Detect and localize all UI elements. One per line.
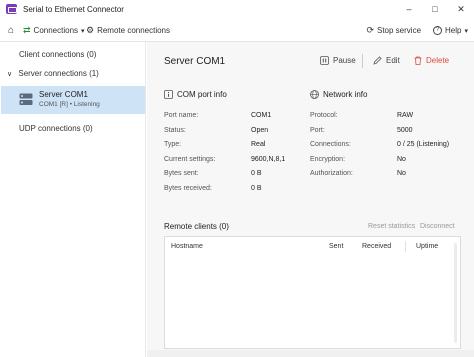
remote-icon: ⚙ — [86, 25, 95, 35]
network-info-heading: Network info — [310, 90, 367, 99]
info-row-value: 9600,N,8,1 — [251, 155, 286, 163]
pause-icon — [320, 56, 329, 65]
minimize-button[interactable]: – — [396, 0, 422, 18]
connections-label: Connections — [33, 26, 79, 35]
stop-service-button[interactable]: ⟳ Stop service — [366, 25, 421, 36]
column-header-sent[interactable]: Sent — [329, 243, 343, 250]
chevron-down-icon: ▾ — [81, 27, 85, 35]
window-controls: – □ ✕ — [396, 0, 474, 18]
server-item-title: Server COM1 — [39, 90, 88, 99]
home-icon: ⌂ — [8, 25, 15, 36]
info-row-label: Status: — [164, 126, 186, 134]
info-row-value: COM1 — [251, 112, 272, 119]
sidebar: Client connections (0) ∨ Server connecti… — [0, 42, 146, 357]
sidebar-item-server-connections[interactable]: ∨ Server connections (1) — [0, 69, 146, 78]
edit-button[interactable]: Edit — [373, 56, 400, 65]
connections-menu[interactable]: ⇄ Connections ▾ — [23, 25, 85, 36]
info-row-label: Protocol: — [310, 112, 338, 119]
sidebar-item-label: Client connections (0) — [19, 50, 97, 59]
remote-clients-table[interactable]: Hostname Sent Received Uptime — [164, 236, 461, 349]
column-header-received[interactable]: Received — [362, 243, 391, 250]
info-row-value: No — [397, 170, 406, 177]
info-row-label: Current settings: — [164, 155, 216, 163]
toolbar: ⌂ ⇄ Connections ▾ ⚙ Remote connections ⟳… — [0, 20, 474, 41]
connections-icon: ⇄ — [23, 25, 31, 35]
remote-connections-label: Remote connections — [97, 26, 171, 35]
chevron-down-icon: ∨ — [7, 71, 13, 78]
com-port-info-label: COM port info — [177, 90, 227, 99]
server-item-subtitle: COM1 [R] • Listening — [39, 101, 100, 108]
sidebar-item-client-connections[interactable]: Client connections (0) — [0, 50, 146, 59]
scrollbar[interactable] — [454, 243, 457, 343]
sidebar-item-label: UDP connections (0) — [19, 124, 93, 133]
info-row-label: Port name: — [164, 112, 199, 119]
close-button[interactable]: ✕ — [448, 0, 474, 18]
page-title: Server COM1 — [164, 56, 226, 67]
remote-connections-button[interactable]: ⚙ Remote connections — [86, 25, 170, 36]
globe-icon — [310, 90, 319, 99]
title-bar: Serial to Ethernet Connector – □ ✕ — [0, 0, 474, 18]
delete-label: Delete — [426, 56, 450, 65]
info-row-label: Authorization: — [310, 170, 353, 177]
help-label: Help — [445, 26, 462, 35]
info-row-label: Bytes sent: — [164, 170, 199, 177]
remote-clients-heading: Remote clients (0) — [164, 222, 229, 231]
maximize-button[interactable]: □ — [422, 0, 448, 18]
column-header-uptime[interactable]: Uptime — [416, 243, 438, 250]
info-row-label: Port: — [310, 126, 325, 134]
info-row-value: Open — [251, 126, 269, 134]
action-divider — [362, 54, 363, 68]
trash-icon — [414, 56, 422, 65]
info-row-value: 5000 — [397, 126, 413, 134]
info-row-label: Encryption: — [310, 155, 346, 163]
info-row-value: No — [397, 155, 406, 163]
network-info-label: Network info — [323, 90, 368, 99]
edit-label: Edit — [386, 56, 400, 65]
com-port-info-heading: COM port info — [164, 90, 227, 99]
column-header-hostname[interactable]: Hostname — [171, 243, 203, 250]
delete-button[interactable]: Delete — [414, 56, 449, 65]
info-row-label: Type: — [164, 141, 182, 148]
info-row-value: 0 B — [251, 170, 262, 177]
app-icon — [6, 4, 17, 14]
refresh-icon: ⟳ — [366, 25, 374, 35]
stop-service-label: Stop service — [377, 26, 422, 35]
info-row-value: RAW — [397, 112, 414, 119]
window-title: Serial to Ethernet Connector — [23, 4, 124, 14]
info-row-value: 0 / 25 (Listening) — [397, 141, 450, 148]
help-menu[interactable]: ? Help ▾ — [433, 26, 468, 35]
pause-button[interactable]: Pause — [320, 56, 356, 65]
help-icon: ? — [433, 26, 443, 35]
main-panel: Server COM1 Pause Edit Delete COM port i… — [147, 42, 474, 357]
info-row-value: Real — [251, 141, 266, 148]
info-row-label: Bytes received: — [164, 184, 212, 192]
chevron-down-icon: ▾ — [464, 27, 468, 35]
info-icon — [164, 90, 173, 99]
info-row-label: Connections: — [310, 141, 351, 148]
info-row-value: 0 B — [251, 184, 262, 192]
sidebar-item-udp-connections[interactable]: UDP connections (0) — [0, 124, 146, 133]
bottom-scrollbar[interactable] — [147, 350, 474, 357]
pause-label: Pause — [333, 56, 356, 65]
reset-statistics-button[interactable]: Reset statistics — [368, 223, 415, 230]
sidebar-item-server-com1[interactable]: Server COM1 COM1 [R] • Listening — [1, 86, 145, 114]
pencil-icon — [373, 56, 382, 65]
home-button[interactable]: ⌂ — [8, 25, 14, 36]
disconnect-button[interactable]: Disconnect — [420, 223, 455, 230]
sidebar-item-label: Server connections (1) — [18, 69, 99, 78]
column-divider — [405, 241, 406, 252]
server-icon — [19, 93, 33, 105]
